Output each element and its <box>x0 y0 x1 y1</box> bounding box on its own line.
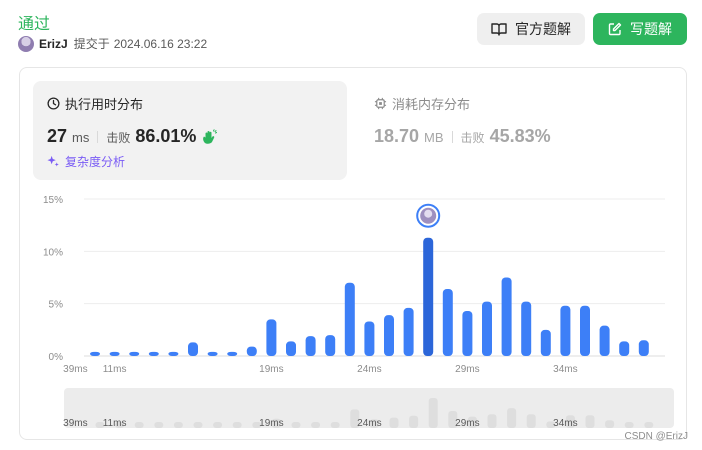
memory-unit: MB <box>424 130 444 145</box>
bar[interactable] <box>501 277 512 357</box>
clap-icon <box>203 128 218 144</box>
runtime-unit: ms <box>72 130 90 145</box>
bar[interactable] <box>168 351 179 356</box>
chip-icon <box>374 97 387 110</box>
avatar[interactable] <box>18 35 34 52</box>
bar[interactable] <box>384 315 394 356</box>
range-brush[interactable] <box>64 388 674 428</box>
bar[interactable] <box>227 351 238 356</box>
complexity-analysis-link[interactable]: 复杂度分析 <box>47 153 125 170</box>
submission-meta: ErizJ 提交于 2024.06.16 23:22 <box>18 35 207 52</box>
runtime-value: 27 <box>47 126 68 146</box>
runtime-title: 执行用时分布 <box>47 94 143 113</box>
bar[interactable] <box>442 289 453 356</box>
bar[interactable] <box>521 301 532 356</box>
runtime-stats: 27 ms 击败 86.01% <box>47 126 218 147</box>
bar[interactable] <box>129 351 140 356</box>
book-icon <box>491 23 507 36</box>
official-solution-label: 官方题解 <box>515 21 571 37</box>
write-solution-label: 写题解 <box>630 21 672 37</box>
memory-value: 18.70 <box>374 126 420 146</box>
bar-current[interactable] <box>423 237 434 356</box>
runtime-panel[interactable]: 执行用时分布 27 ms 击败 86.01% 复杂度分析 <box>33 81 347 180</box>
bar[interactable] <box>325 335 336 356</box>
submitted-label: 提交于 <box>73 37 110 51</box>
clock-icon <box>47 97 60 110</box>
bar[interactable] <box>305 336 316 356</box>
bar[interactable] <box>344 282 355 356</box>
official-solution-button[interactable]: 官方题解 <box>477 13 585 45</box>
bar[interactable] <box>403 307 414 356</box>
watermark: CSDN @ErizJ <box>624 431 689 442</box>
memory-stats: 18.70 MB 击败 45.83% <box>374 126 551 147</box>
bar[interactable] <box>207 351 218 356</box>
sparkle-icon <box>47 155 59 167</box>
bar[interactable] <box>364 321 375 356</box>
bar[interactable] <box>188 342 198 356</box>
complexity-label: 复杂度分析 <box>65 155 126 169</box>
bar[interactable] <box>619 341 630 356</box>
submitted-time: 2024.06.16 23:22 <box>113 36 208 51</box>
bar[interactable] <box>638 340 649 356</box>
memory-beat-value: 45.83% <box>489 126 551 146</box>
bar[interactable] <box>266 319 277 356</box>
divider <box>451 130 453 143</box>
bar[interactable] <box>286 341 296 356</box>
bar[interactable] <box>540 329 551 356</box>
bar[interactable] <box>482 301 492 356</box>
bar[interactable] <box>580 305 590 356</box>
bar[interactable] <box>246 346 257 356</box>
memory-panel[interactable]: 消耗内存分布 18.70 MB 击败 45.83% <box>374 81 674 180</box>
runtime-title-label: 执行用时分布 <box>65 97 144 112</box>
memory-title-label: 消耗内存分布 <box>392 97 471 112</box>
divider <box>97 130 99 143</box>
edit-icon <box>608 22 622 36</box>
memory-title: 消耗内存分布 <box>374 94 470 113</box>
bar[interactable] <box>599 325 610 356</box>
bar[interactable] <box>560 305 571 356</box>
submission-status: 通过 <box>18 16 51 33</box>
bar[interactable] <box>109 351 120 356</box>
bar[interactable] <box>148 351 159 356</box>
memory-beat-label: 击败 <box>460 131 485 145</box>
username[interactable]: ErizJ <box>39 37 68 51</box>
bar[interactable] <box>90 351 100 356</box>
runtime-beat-label: 击败 <box>106 131 131 145</box>
runtime-beat-value: 86.01% <box>135 126 197 146</box>
write-solution-button[interactable]: 写题解 <box>593 13 687 45</box>
bar[interactable] <box>462 310 473 356</box>
